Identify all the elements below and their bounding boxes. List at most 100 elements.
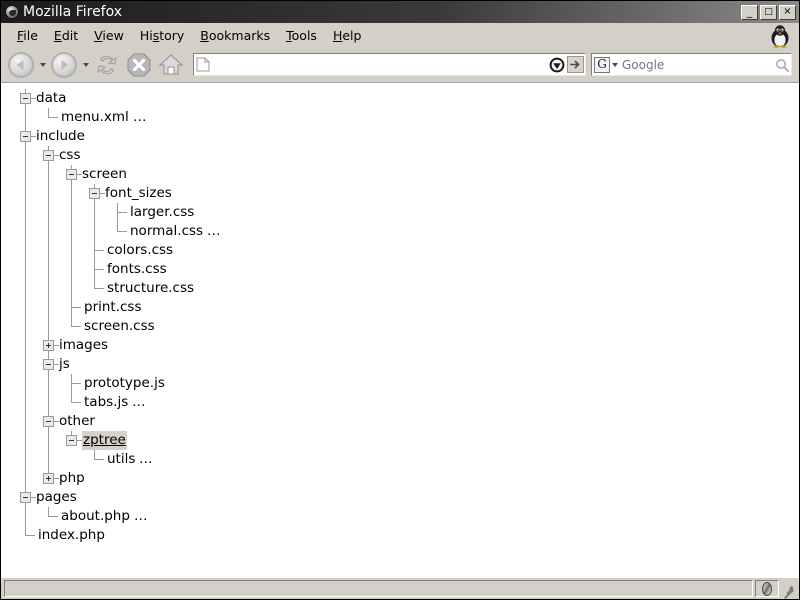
tree-row[interactable]: images xyxy=(11,336,799,355)
tree-collapse-icon[interactable] xyxy=(20,492,31,503)
tree-node-label[interactable]: zptree xyxy=(82,431,127,450)
tree-node-label[interactable]: php xyxy=(59,469,85,488)
tree-collapse-icon[interactable] xyxy=(43,416,54,427)
tree-guide-line xyxy=(25,279,26,298)
go-button[interactable] xyxy=(567,56,584,73)
search-engine-chevron-down-icon[interactable] xyxy=(610,57,619,73)
title-bar: Mozilla Firefox _ □ × xyxy=(1,1,799,23)
tree-node-label[interactable]: about.php xyxy=(61,507,130,526)
url-input[interactable] xyxy=(212,56,549,73)
menu-item-file[interactable]: File xyxy=(9,26,46,45)
tree-collapse-icon[interactable] xyxy=(66,169,77,180)
tree-guide-line xyxy=(25,222,26,241)
tree-guide-line xyxy=(25,146,26,165)
tree-node-label[interactable]: larger.css xyxy=(130,203,194,222)
tree-node-label[interactable]: font_sizes xyxy=(105,184,172,203)
tree-node-label[interactable]: images xyxy=(59,336,108,355)
bookmark-star-icon[interactable] xyxy=(549,57,565,73)
tree-expand-icon[interactable] xyxy=(43,473,54,484)
tree-row[interactable]: screen.css xyxy=(11,317,799,336)
menu-item-help[interactable]: Help xyxy=(325,26,370,45)
forward-button[interactable] xyxy=(49,50,79,80)
tree-node-label[interactable]: fonts.css xyxy=(107,260,167,279)
tree-node-label[interactable]: js xyxy=(59,355,70,374)
tree-node-ellipsis: … xyxy=(139,451,153,467)
tree-row[interactable]: screen xyxy=(11,165,799,184)
tree-row[interactable]: index.php xyxy=(11,526,799,545)
minimize-button[interactable]: _ xyxy=(741,4,758,20)
tree-node-label[interactable]: screen.css xyxy=(84,317,155,336)
tree-collapse-icon[interactable] xyxy=(43,150,54,161)
tree-node-label[interactable]: print.css xyxy=(84,298,142,317)
home-icon xyxy=(158,53,184,74)
security-indicator-icon[interactable] xyxy=(755,580,779,597)
resize-grip-icon[interactable] xyxy=(781,580,797,599)
forward-arrow-icon xyxy=(51,51,77,78)
tree-row[interactable]: menu.xml… xyxy=(11,108,799,127)
tree-row[interactable]: php xyxy=(11,469,799,488)
tree-row[interactable]: print.css xyxy=(11,298,799,317)
magnifier-icon[interactable] xyxy=(774,57,790,73)
tree-elbow-line xyxy=(94,260,105,279)
menu-item-bookmarks[interactable]: Bookmarks xyxy=(192,26,278,45)
tree-row[interactable]: css xyxy=(11,146,799,165)
maximize-button[interactable]: □ xyxy=(760,4,777,20)
tree-row[interactable]: include xyxy=(11,127,799,146)
tree-row[interactable]: prototype.js xyxy=(11,374,799,393)
close-button[interactable]: × xyxy=(779,4,796,20)
tree-guide-line xyxy=(48,450,49,469)
tree-row[interactable]: normal.css… xyxy=(11,222,799,241)
search-box[interactable]: G xyxy=(591,53,792,76)
tree-row[interactable]: pages xyxy=(11,488,799,507)
tree-row[interactable]: colors.css xyxy=(11,241,799,260)
tree-expand-icon[interactable] xyxy=(43,340,54,351)
tree-row[interactable]: structure.css xyxy=(11,279,799,298)
tree-collapse-icon[interactable] xyxy=(43,359,54,370)
tree-row[interactable]: utils… xyxy=(11,450,799,469)
tree-row[interactable]: data xyxy=(11,89,799,108)
tree-row[interactable]: zptree xyxy=(11,431,799,450)
tree-guide-line xyxy=(25,412,26,431)
tree-row[interactable]: js xyxy=(11,355,799,374)
tree-row[interactable]: larger.css xyxy=(11,203,799,222)
tree-node-label[interactable]: include xyxy=(36,127,85,146)
tree-node-label[interactable]: other xyxy=(59,412,95,431)
tree-row[interactable]: tabs.js… xyxy=(11,393,799,412)
tree-node-label[interactable]: pages xyxy=(36,488,77,507)
tree-row[interactable]: other xyxy=(11,412,799,431)
tree-node-label[interactable]: structure.css xyxy=(107,279,194,298)
tree-node-label[interactable]: data xyxy=(36,89,66,108)
tree-row[interactable]: font_sizes xyxy=(11,184,799,203)
tree-row[interactable]: about.php… xyxy=(11,507,799,526)
menu-item-view[interactable]: View xyxy=(86,26,132,45)
tree-node-label[interactable]: prototype.js xyxy=(84,374,165,393)
forward-history-dropdown[interactable] xyxy=(81,52,90,78)
tree-node-label[interactable]: tabs.js xyxy=(84,393,128,412)
back-button[interactable] xyxy=(6,50,36,80)
tree-collapse-icon[interactable] xyxy=(20,93,31,104)
tree-node-label[interactable]: colors.css xyxy=(107,241,173,260)
tree-row[interactable]: fonts.css xyxy=(11,260,799,279)
menu-item-tools[interactable]: Tools xyxy=(278,26,325,45)
google-engine-icon[interactable]: G xyxy=(594,56,610,73)
reload-button[interactable] xyxy=(92,50,122,80)
tree-elbow-line xyxy=(25,526,36,545)
back-history-dropdown[interactable] xyxy=(38,52,47,78)
home-button[interactable] xyxy=(156,50,186,80)
tree-node-label[interactable]: css xyxy=(59,146,81,165)
tree-node-label[interactable]: utils xyxy=(107,450,135,469)
url-bar[interactable] xyxy=(193,53,586,76)
tree-node-label[interactable]: menu.xml xyxy=(61,108,129,127)
tree-node-label[interactable]: index.php xyxy=(38,526,105,545)
tree-collapse-icon[interactable] xyxy=(66,435,77,446)
menu-item-history[interactable]: History xyxy=(132,26,192,45)
tree-collapse-icon[interactable] xyxy=(20,131,31,142)
tree-guide-line xyxy=(48,184,49,203)
menu-item-edit[interactable]: Edit xyxy=(46,26,86,45)
stop-button[interactable] xyxy=(124,50,154,80)
browser-window: Mozilla Firefox _ □ × File Edit View Histor… xyxy=(0,0,800,600)
tree-node-label[interactable]: normal.css xyxy=(130,222,203,241)
search-input[interactable] xyxy=(619,56,774,73)
tree-node-label[interactable]: screen xyxy=(82,165,127,184)
tree-collapse-icon[interactable] xyxy=(89,188,100,199)
